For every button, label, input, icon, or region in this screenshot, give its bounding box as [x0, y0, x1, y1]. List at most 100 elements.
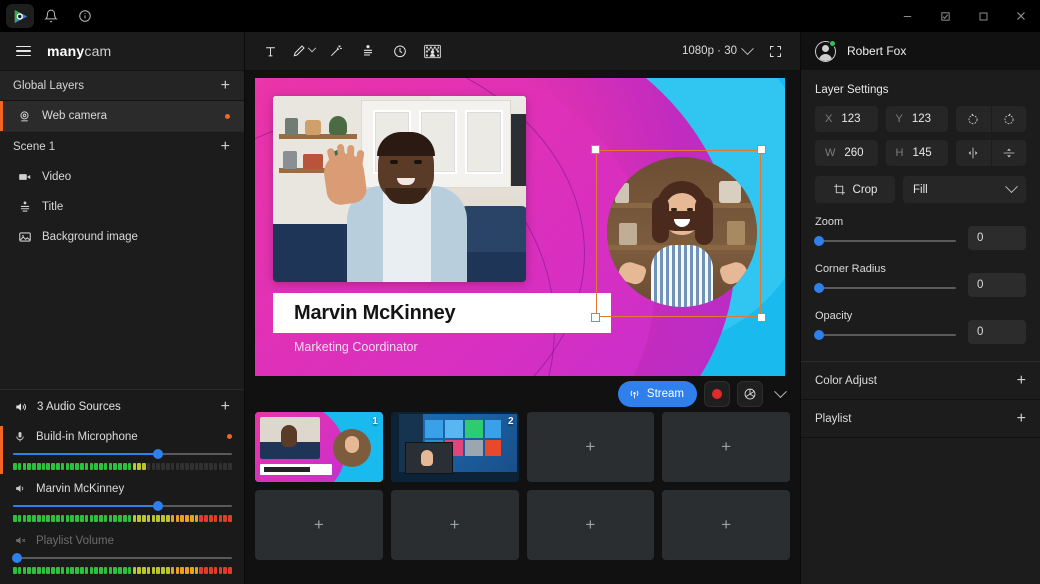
- scene-title: Scene 1: [13, 141, 55, 153]
- slider-knob[interactable]: [153, 501, 163, 511]
- expand-color-adjust-button[interactable]: +: [1017, 373, 1026, 389]
- notifications-button[interactable]: [34, 0, 68, 32]
- hamburger-menu-icon[interactable]: [16, 46, 31, 57]
- microphone-icon: [13, 431, 27, 443]
- opacity-slider[interactable]: [815, 329, 956, 341]
- scene-thumbnail-1[interactable]: 1: [255, 412, 383, 482]
- y-position-input[interactable]: Y 123: [886, 106, 949, 132]
- fit-mode-select[interactable]: Fill: [903, 176, 1026, 203]
- lower-third-name-band[interactable]: Marvin McKinney: [273, 293, 611, 333]
- avatar-head: [822, 45, 829, 52]
- slider-knob[interactable]: [814, 330, 824, 340]
- resize-handle-top-left[interactable]: [591, 145, 600, 154]
- tile: [485, 440, 501, 456]
- color-adjust-section[interactable]: Color Adjust +: [801, 362, 1040, 400]
- audio-source-built-in-microphone[interactable]: Build-in Microphone: [0, 424, 244, 476]
- slider-knob[interactable]: [12, 553, 22, 563]
- tile: [465, 440, 483, 456]
- scene-layer-item-title[interactable]: Title: [0, 192, 244, 222]
- scene-thumbnail-2[interactable]: 2: [391, 412, 519, 482]
- resize-handle-bottom-right[interactable]: [757, 313, 766, 322]
- pip-layer-selection[interactable]: [596, 150, 761, 317]
- corner-radius-value-input[interactable]: 0: [968, 273, 1026, 297]
- add-global-layer-button[interactable]: +: [221, 78, 230, 94]
- volume-slider-playlist[interactable]: [13, 552, 232, 564]
- flip-vertical-button[interactable]: [991, 140, 1027, 166]
- scene-layer-item-video[interactable]: Video: [0, 162, 244, 192]
- effects-tool-button[interactable]: [321, 37, 351, 65]
- stream-button[interactable]: Stream: [618, 381, 697, 407]
- slider-knob[interactable]: [814, 283, 824, 293]
- playlist-section[interactable]: Playlist +: [801, 400, 1040, 438]
- flip-horizontal-button[interactable]: [956, 140, 991, 166]
- record-dot-icon: [712, 389, 722, 399]
- zoom-value-input[interactable]: 0: [968, 226, 1026, 250]
- global-layer-item-web-camera[interactable]: Web camera: [0, 101, 244, 131]
- scene-thumbnail-empty-7[interactable]: +: [527, 490, 655, 560]
- flip-buttons: [956, 140, 1026, 166]
- chroma-key-tool-button[interactable]: [417, 37, 447, 65]
- audio-source-playlist-volume[interactable]: Playlist Volume: [0, 528, 244, 580]
- finger: [347, 145, 355, 169]
- record-button[interactable]: [704, 381, 730, 407]
- minimize-button[interactable]: [888, 0, 926, 32]
- cabinet-door: [465, 110, 503, 174]
- video-camera-icon: [17, 170, 32, 185]
- slider-knob[interactable]: [153, 449, 163, 459]
- crop-button[interactable]: Crop: [815, 176, 895, 203]
- scene-thumbnail-empty-8[interactable]: +: [662, 490, 790, 560]
- rotate-clockwise-button[interactable]: [991, 106, 1027, 132]
- user-name-label: Robert Fox: [847, 44, 906, 58]
- opacity-slider-left: Opacity: [815, 310, 956, 344]
- height-input[interactable]: H 145: [886, 140, 949, 166]
- volume-slider-marvin-mckinney[interactable]: [13, 500, 232, 512]
- info-button[interactable]: [68, 0, 102, 32]
- add-scene-icon: +: [314, 515, 324, 535]
- slider-knob[interactable]: [814, 236, 824, 246]
- expand-playlist-button[interactable]: +: [1017, 411, 1026, 427]
- main-video-layer[interactable]: [273, 96, 526, 282]
- audio-source-marvin-mckinney[interactable]: Marvin McKinney: [0, 476, 244, 528]
- snapshot-button[interactable]: [737, 381, 763, 407]
- scene-thumbnail-empty-5[interactable]: +: [255, 490, 383, 560]
- eye-right: [414, 160, 422, 164]
- stream-options-button[interactable]: [770, 380, 790, 408]
- resize-handle-top-right[interactable]: [757, 145, 766, 154]
- maximize-button[interactable]: [964, 0, 1002, 32]
- slider-fill: [13, 505, 158, 507]
- app-logo-button[interactable]: [6, 4, 34, 28]
- opacity-value-input[interactable]: 0: [968, 320, 1026, 344]
- scene-thumbnail-empty-4[interactable]: +: [662, 412, 790, 482]
- audio-live-indicator-dot: [227, 434, 232, 439]
- add-audio-source-button[interactable]: +: [221, 399, 230, 415]
- scene-header: Scene 1 +: [0, 131, 244, 162]
- lower-third-tool-button[interactable]: [353, 37, 383, 65]
- draw-tool-button[interactable]: [287, 37, 319, 65]
- resize-handle-bottom-left[interactable]: [591, 313, 600, 322]
- rotate-counterclockwise-button[interactable]: [956, 106, 991, 132]
- x-position-input[interactable]: X 123: [815, 106, 878, 132]
- add-scene-layer-button[interactable]: +: [221, 139, 230, 155]
- volume-slider-built-in-microphone[interactable]: [13, 448, 232, 460]
- restore-window-button[interactable]: [926, 0, 964, 32]
- close-button[interactable]: [1002, 0, 1040, 32]
- scene-thumbnail-empty-6[interactable]: +: [391, 490, 519, 560]
- text-tool-button[interactable]: [255, 37, 285, 65]
- global-layers-header: Global Layers +: [0, 70, 244, 101]
- add-scene-icon: +: [721, 437, 731, 457]
- opacity-label: Opacity: [815, 310, 956, 322]
- timer-tool-button[interactable]: [385, 37, 415, 65]
- preview-canvas[interactable]: Marvin McKinney Marketing Coordinator: [255, 78, 785, 376]
- slider-track: [815, 240, 956, 242]
- user-account-row[interactable]: Robert Fox: [801, 32, 1040, 70]
- corner-radius-slider[interactable]: [815, 282, 956, 294]
- position-row: X 123 Y 123: [815, 106, 1026, 132]
- timer-icon: [392, 43, 408, 59]
- scene-layer-item-background-image[interactable]: Background image: [0, 222, 244, 252]
- zoom-slider[interactable]: [815, 235, 956, 247]
- resolution-selector[interactable]: 1080p · 30: [676, 38, 758, 64]
- chevron-down-icon[interactable]: [308, 44, 316, 52]
- scene-thumbnail-empty-3[interactable]: +: [527, 412, 655, 482]
- fullscreen-button[interactable]: [760, 37, 790, 65]
- width-input[interactable]: W 260: [815, 140, 878, 166]
